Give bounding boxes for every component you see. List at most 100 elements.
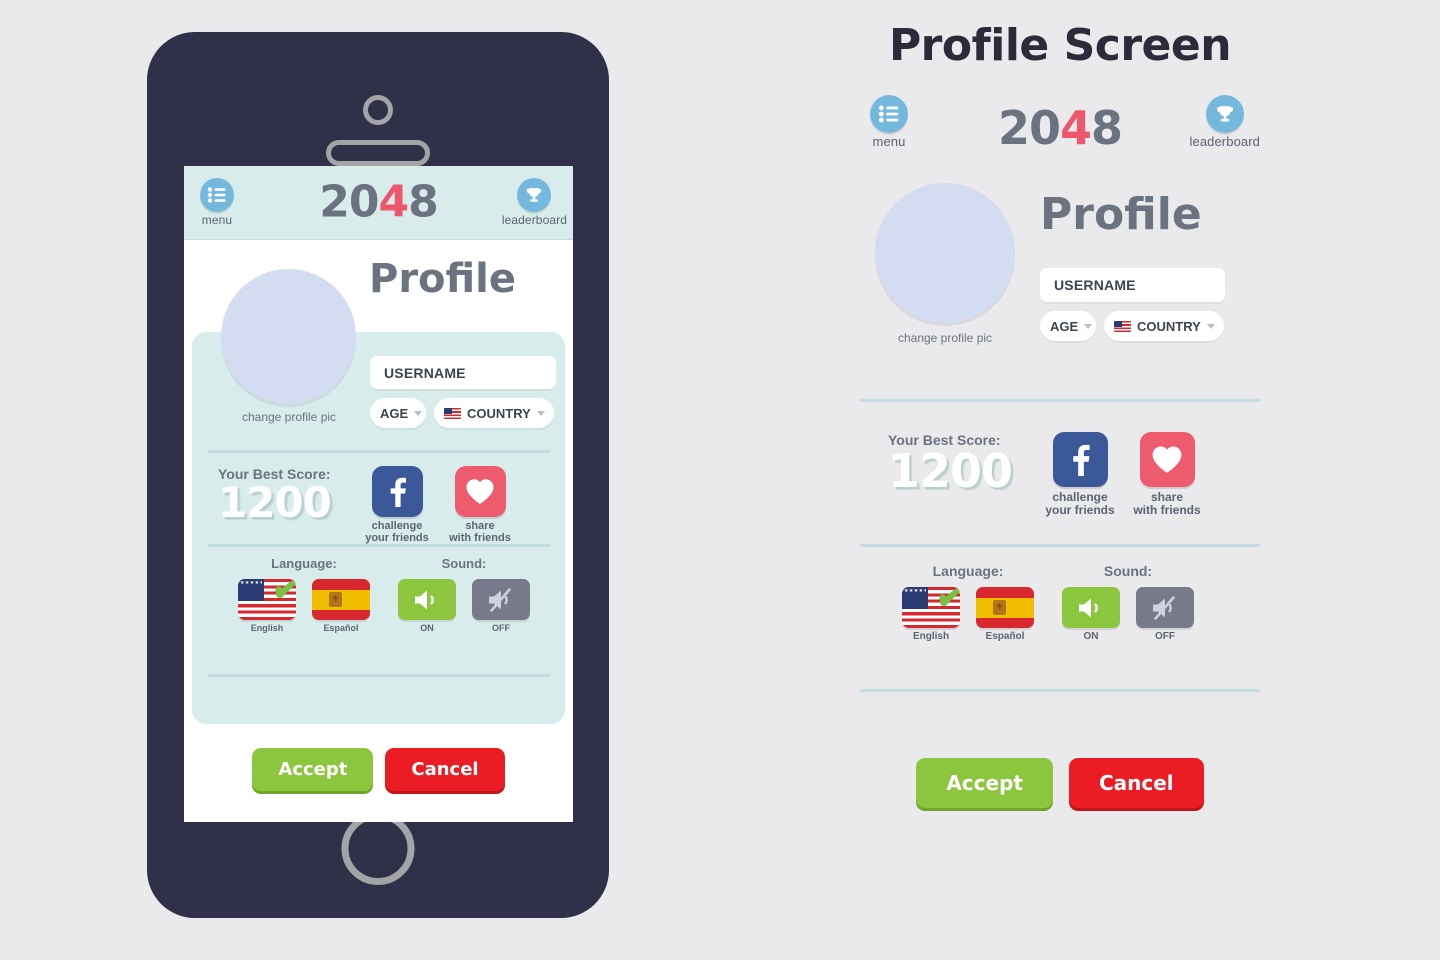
us-flag-icon: ★★★★★★★★★★★★★★★★★★★★★★★★★ ✔ [238, 579, 296, 620]
country-label: COUNTRY [467, 405, 531, 421]
check-icon: ✔ [932, 587, 960, 619]
panel-language-caption-spanish: Español [985, 631, 1025, 642]
panel-avatar[interactable] [875, 183, 1015, 323]
app-logo: 2048 [319, 175, 439, 227]
facebook-caption-line2: your friends [1045, 503, 1115, 517]
leaderboard-label: leaderboard [501, 213, 567, 227]
es-flag-icon: ⚜ [312, 579, 370, 620]
country-select[interactable]: COUNTRY [434, 398, 554, 428]
panel-language-caption-english: English [912, 631, 950, 642]
panel-language-group: Language: ★★★★★★★★★★★★★★★★★★★★★★★★★ ✔ En… [892, 563, 1044, 642]
panel-sound-caption-on: ON [1083, 631, 1099, 642]
panel-menu-button[interactable]: menu [870, 95, 908, 149]
phone-frame: menu 2048 leaderboard Profile change pro… [147, 32, 609, 918]
panel-divider-bottom [860, 689, 1260, 692]
avatar[interactable] [221, 269, 356, 404]
panel-settings-section: Language: ★★★★★★★★★★★★★★★★★★★★★★★★★ ✔ En… [860, 563, 1260, 673]
profile-card: change profile pic USERNAME AGE COUNTRY [192, 269, 565, 724]
sound-group: Sound: ON OFF [388, 556, 540, 633]
panel-sound-option-on[interactable]: ON [1061, 587, 1121, 642]
us-flag-icon [444, 407, 461, 419]
panel-age-select[interactable]: AGE [1040, 311, 1096, 341]
us-flag-icon [1114, 320, 1131, 332]
panel-language-option-spanish[interactable]: ⚜ Español [975, 587, 1035, 642]
sound-caption-on: ON [420, 623, 434, 633]
logo-accent: 4 [378, 175, 409, 227]
chevron-down-icon [414, 410, 423, 416]
cancel-button[interactable]: Cancel [385, 748, 505, 791]
profile-fields: USERNAME AGE COUNTRY [370, 356, 560, 428]
language-title: Language: [271, 556, 337, 571]
panel-leaderboard-button[interactable]: leaderboard [1190, 95, 1261, 149]
heart-caption-line2: with friends [1133, 503, 1201, 517]
panel-title: Profile Screen [888, 20, 1232, 71]
panel-username-input[interactable]: USERNAME [1040, 268, 1225, 302]
best-score-block: Your Best Score: 1200 [218, 466, 332, 525]
panel-country-select[interactable]: COUNTRY [1104, 311, 1224, 341]
facebook-icon [371, 466, 423, 517]
screenshot-root: menu 2048 leaderboard Profile change pro… [0, 0, 1440, 960]
divider-bottom [207, 674, 550, 677]
age-select[interactable]: AGE [370, 398, 426, 428]
panel-sound-option-off[interactable]: OFF [1135, 587, 1195, 642]
share-heart-button[interactable]: share with friends [445, 466, 515, 544]
language-option-english[interactable]: ★★★★★★★★★★★★★★★★★★★★★★★★★ ✔ English [237, 579, 297, 633]
panel-app-logo: 2048 [998, 100, 1123, 155]
panel-best-score-block: Your Best Score: 1200 [888, 432, 1013, 498]
language-caption-english: English [250, 623, 284, 633]
panel-language-option-english[interactable]: ★★★★★★★★★★★★★★★★★★★★★★★★★ ✔ English [901, 587, 961, 642]
language-caption-spanish: Español [323, 623, 359, 633]
panel-facebook-challenge-button[interactable]: challenge your friends [1045, 432, 1115, 517]
panel-sound-group: Sound: ON OFF [1052, 563, 1204, 642]
logo-accent: 4 [1059, 100, 1092, 155]
facebook-challenge-button[interactable]: challenge your friends [362, 466, 432, 544]
chevron-down-icon [536, 410, 545, 416]
panel-language-title: Language: [932, 563, 1004, 579]
username-input[interactable]: USERNAME [370, 356, 556, 389]
app-bar: menu 2048 leaderboard [184, 166, 573, 240]
panel-divider-top [860, 399, 1260, 402]
menu-button[interactable]: menu [200, 178, 234, 227]
speaker-on-icon [1062, 587, 1120, 628]
page-title: Profile [369, 256, 517, 302]
speaker-muted-icon [472, 579, 530, 620]
trophy-icon [517, 178, 552, 212]
us-flag-icon: ★★★★★★★★★★★★★★★★★★★★★★★★★ ✔ [902, 587, 960, 628]
logo-suffix: 8 [408, 175, 439, 227]
trophy-icon [1205, 95, 1244, 133]
accept-button[interactable]: Accept [252, 748, 374, 791]
panel-share-heart-button[interactable]: share with friends [1132, 432, 1202, 517]
phone-screen: menu 2048 leaderboard Profile change pro… [184, 166, 573, 822]
divider-top [207, 450, 550, 453]
panel-menu-label: menu [872, 134, 906, 149]
leaderboard-button[interactable]: leaderboard [502, 178, 567, 227]
camera-icon [363, 95, 393, 125]
panel-profile-fields: USERNAME AGE COUNTRY [1040, 268, 1230, 341]
panel-divider-middle [860, 544, 1260, 547]
facebook-icon [1052, 432, 1108, 487]
panel-cancel-button[interactable]: Cancel [1068, 758, 1204, 808]
list-menu-icon [870, 95, 908, 133]
change-profile-pic-link[interactable]: change profile pic [224, 410, 354, 424]
logo-prefix: 20 [319, 175, 379, 227]
panel-change-profile-pic-link[interactable]: change profile pic [875, 331, 1015, 345]
panel-app-bar: menu 2048 leaderboard [860, 87, 1260, 165]
action-buttons: Accept Cancel [184, 748, 573, 791]
sound-option-off[interactable]: OFF [471, 579, 531, 633]
sound-caption-off: OFF [492, 623, 510, 633]
language-option-spanish[interactable]: ⚜ Español [311, 579, 371, 633]
facebook-caption-line1: challenge [371, 520, 423, 532]
heart-caption-line1: share [465, 520, 495, 532]
sound-option-on[interactable]: ON [397, 579, 457, 633]
check-icon: ✔ [268, 579, 296, 611]
panel-best-score-value: 1200 [888, 444, 1013, 498]
speaker-muted-icon [1136, 587, 1194, 628]
sound-title: Sound: [441, 556, 487, 571]
menu-label: menu [201, 213, 233, 227]
panel-accept-button[interactable]: Accept [916, 758, 1053, 808]
home-button-icon[interactable] [341, 812, 415, 885]
heart-icon [454, 466, 506, 517]
panel-action-buttons: Accept Cancel [860, 758, 1260, 808]
list-menu-icon [200, 178, 234, 212]
panel-sound-title: Sound: [1103, 563, 1153, 579]
